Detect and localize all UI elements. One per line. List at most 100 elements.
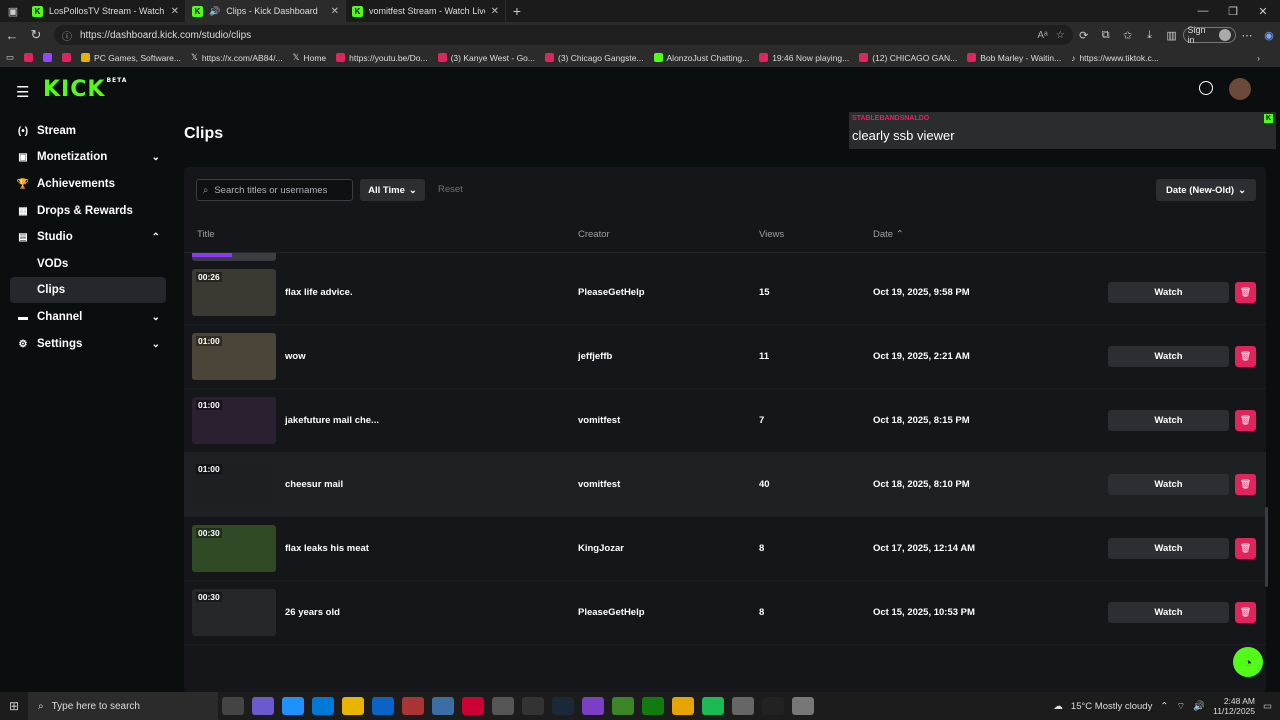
favorites-icon[interactable]: ✩	[1117, 29, 1139, 42]
clip-creator[interactable]: KingJozar	[578, 543, 624, 554]
sign-in-button[interactable]: Sign in	[1182, 25, 1237, 45]
minecraft-icon[interactable]	[612, 697, 634, 715]
bookmark-item[interactable]: 𝕏https://x.com/AB84/...	[191, 52, 283, 63]
table-row[interactable]: 01:00 wow jeffjeffb 11 Oct 19, 2025, 2:21 AM…	[184, 325, 1266, 389]
browser-tab[interactable]: K LosPollosTV Stream - Watch Live o ✕	[26, 0, 186, 22]
edge-icon[interactable]	[282, 697, 304, 715]
delete-button[interactable]: 🗑	[1235, 346, 1256, 367]
scrollbar-thumb[interactable]	[1265, 507, 1268, 587]
watch-button[interactable]: Watch	[1108, 346, 1229, 367]
table-row[interactable]: 00:30 flax leaks his meat KingJozar 8 Oct 17…	[184, 517, 1266, 581]
app-icon[interactable]	[402, 697, 424, 715]
file-explorer-icon[interactable]	[342, 697, 364, 715]
windows-start-icon[interactable]: ⊞	[0, 699, 28, 713]
close-window-icon[interactable]: ✕	[1248, 0, 1278, 22]
bookmark-item[interactable]: 19:46 Now playing...	[759, 53, 849, 63]
taskbar-search[interactable]: ⌕ Type here to search	[28, 692, 218, 720]
column-header-title[interactable]: Title	[197, 229, 215, 240]
user-avatar[interactable]	[1229, 78, 1251, 100]
copilot-taskbar-icon[interactable]	[252, 697, 274, 715]
clip-thumbnail[interactable]: 00:26	[192, 269, 276, 316]
sidebar-item-channel[interactable]: ▬ Channel ⌄	[10, 304, 166, 330]
sidebar-item-achievements[interactable]: 🏆 Achievements	[10, 171, 166, 197]
close-tab-icon[interactable]: ✕	[171, 6, 179, 17]
clip-title[interactable]: jakefuture mail che...	[285, 415, 379, 426]
outlook-icon[interactable]	[372, 697, 394, 715]
tab-actions-icon[interactable]: ▣	[0, 0, 26, 22]
bookmark-folder-icon[interactable]: ▭	[6, 52, 14, 63]
clip-thumbnail[interactable]: 01:00	[192, 397, 276, 444]
back-arrow-icon[interactable]: ←	[0, 28, 24, 43]
close-tab-icon[interactable]: ✕	[491, 6, 499, 17]
bookmark-item[interactable]: 𝕏 Home	[293, 52, 327, 63]
watch-button[interactable]: Watch	[1108, 474, 1229, 495]
bookmark-item[interactable]: (3) Kanye West - Go...	[437, 53, 535, 63]
clip-title[interactable]: flax leaks his meat	[285, 543, 369, 554]
sidebar-item-vods[interactable]: VODs	[10, 251, 166, 277]
clip-creator[interactable]: PleaseGetHelp	[578, 607, 645, 618]
hamburger-menu-icon[interactable]: ☰	[16, 83, 29, 101]
delete-button[interactable]: 🗑	[1235, 474, 1256, 495]
browser-tab[interactable]: K vomitfest Stream - Watch Live on ✕	[346, 0, 506, 22]
clip-title[interactable]: flax life advice.	[285, 287, 353, 298]
clip-creator[interactable]: vomitfest	[578, 479, 620, 490]
browser-tab-active[interactable]: K 🔊 Clips - Kick Dashboard ✕	[186, 0, 346, 22]
bookmark-item[interactable]: PC Games, Software...	[81, 53, 181, 63]
more-menu-icon[interactable]: ⋯	[1236, 29, 1258, 42]
maximize-window-icon[interactable]: ❐	[1218, 0, 1248, 22]
time-filter-dropdown[interactable]: All Time ⌄	[360, 179, 425, 201]
clip-thumbnail[interactable]: 00:30	[192, 589, 276, 636]
sidebar-item-settings[interactable]: ⚙ Settings ⌄	[10, 331, 166, 357]
volume-icon[interactable]: 🔊	[1193, 701, 1205, 712]
clip-thumbnail[interactable]: 01:00	[192, 333, 276, 380]
read-aloud-icon[interactable]: Aᵃ	[1037, 30, 1047, 41]
bookmarks-overflow-chevron-icon[interactable]: ›	[1257, 53, 1260, 63]
steam-icon[interactable]	[552, 697, 574, 715]
spotify-icon[interactable]	[702, 697, 724, 715]
app-icon[interactable]	[582, 697, 604, 715]
watch-button[interactable]: Watch	[1108, 602, 1229, 623]
app-icon[interactable]	[732, 697, 754, 715]
downloads-icon[interactable]: ⤓	[1139, 29, 1161, 42]
task-view-icon[interactable]	[222, 697, 244, 715]
bookmark-item[interactable]: ♪ https://www.tiktok.c...	[1071, 53, 1159, 63]
tray-chevron-icon[interactable]: ⌃	[1160, 701, 1168, 712]
clip-creator[interactable]: jeffjeffb	[578, 351, 612, 362]
column-header-creator[interactable]: Creator	[578, 229, 610, 240]
obs-icon[interactable]	[762, 697, 784, 715]
bookmark-item[interactable]: (12) CHICAGO GAN...	[859, 53, 957, 63]
clip-creator[interactable]: vomitfest	[578, 415, 620, 426]
delete-button[interactable]: 🗑	[1235, 538, 1256, 559]
kick-logo[interactable]: KICKBETA	[43, 77, 127, 102]
bookmark-item[interactable]: Bob Marley - Waitin...	[967, 53, 1061, 63]
sidebar-item-studio[interactable]: ▤ Studio ⌃	[10, 224, 166, 250]
watch-button[interactable]: Watch	[1108, 410, 1229, 431]
xbox-icon[interactable]	[642, 697, 664, 715]
youtube-bookmark-icon[interactable]	[62, 53, 72, 62]
copilot-icon[interactable]: ◉	[1258, 29, 1280, 42]
sidebar-item-clips[interactable]: Clips	[10, 277, 166, 303]
address-bar[interactable]: ⓘ https://dashboard.kick.com/studio/clip…	[53, 25, 1073, 45]
delete-button[interactable]: 🗑	[1235, 602, 1256, 623]
clip-thumbnail[interactable]: 01:00	[192, 461, 276, 508]
favorite-star-icon[interactable]: ☆	[1056, 30, 1065, 41]
weather-icon[interactable]: ☁	[1053, 701, 1063, 712]
watch-button[interactable]: Watch	[1108, 282, 1229, 303]
delete-button[interactable]: 🗑	[1235, 410, 1256, 431]
delete-button[interactable]: 🗑	[1235, 282, 1256, 303]
sidebar-item-stream[interactable]: (•) Stream	[10, 118, 166, 144]
collections-icon[interactable]: ▥	[1161, 29, 1183, 42]
app-icon[interactable]	[432, 697, 454, 715]
bookmark-item[interactable]: https://youtu.be/Do...	[336, 53, 428, 63]
sort-dropdown[interactable]: Date (New-Old) ⌄	[1156, 179, 1256, 201]
clip-title[interactable]: wow	[285, 351, 306, 362]
app-icon[interactable]	[792, 697, 814, 715]
info-icon[interactable]: ⓘ	[62, 28, 72, 43]
clip-title[interactable]: 26 years old	[285, 607, 340, 618]
taskbar-clock[interactable]: 2:48 AM 11/12/2025	[1213, 696, 1255, 716]
sidebar-item-drops-rewards[interactable]: ▦ Drops & Rewards	[10, 198, 166, 224]
sidebar-item-monetization[interactable]: ▣ Monetization ⌄	[10, 144, 166, 170]
speaker-icon[interactable]: 🔊	[209, 6, 220, 17]
table-row[interactable]: 00:30 26 years old PleaseGetHelp 8 Oct 15, 2…	[184, 581, 1266, 645]
clip-title[interactable]: cheesur mail	[285, 479, 343, 490]
